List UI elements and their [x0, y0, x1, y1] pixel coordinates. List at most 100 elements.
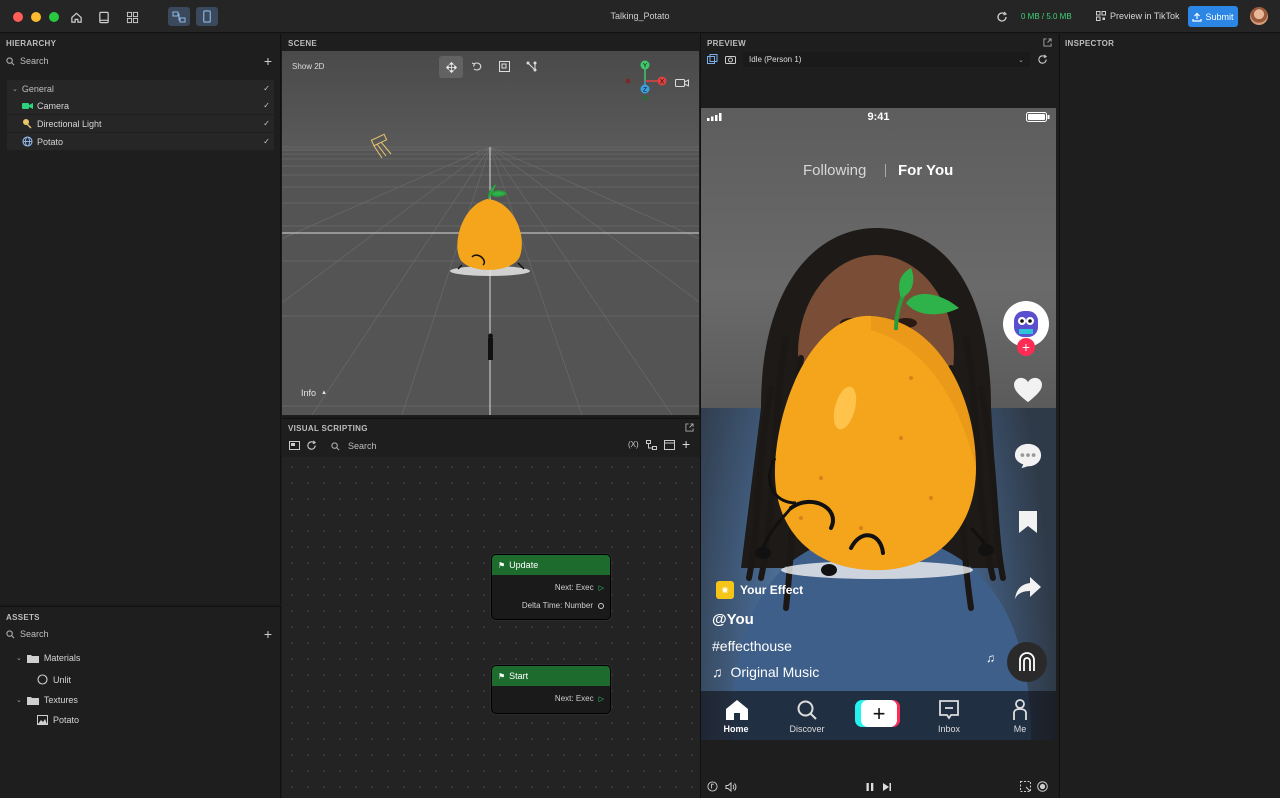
- discover-search-icon[interactable]: [797, 700, 817, 722]
- asset-label: Potato: [53, 715, 80, 725]
- asset-potato-texture[interactable]: Potato: [37, 715, 79, 725]
- device-preview-toggle[interactable]: [196, 7, 218, 26]
- record-icon[interactable]: [1037, 781, 1048, 794]
- simulation-dropdown[interactable]: Idle (Person 1) ⌄: [743, 52, 1030, 67]
- hashtag[interactable]: #effecthouse: [712, 638, 792, 654]
- maximize-window-button[interactable]: [49, 12, 59, 22]
- home-icon[interactable]: [67, 8, 85, 26]
- visibility-check-icon[interactable]: ✓: [263, 137, 270, 146]
- chevron-down-icon[interactable]: ⌄: [16, 654, 22, 662]
- visibility-check-icon[interactable]: ✓: [263, 119, 270, 128]
- port-delta-time[interactable]: Delta Time: Number: [522, 601, 604, 610]
- folder-textures[interactable]: ⌄ Textures: [16, 695, 78, 705]
- scene-info-toggle[interactable]: Info ▲: [301, 388, 327, 398]
- like-heart-icon[interactable]: [1014, 376, 1042, 404]
- restart-icon[interactable]: [1037, 54, 1048, 67]
- music-track[interactable]: ♫ Original Music: [712, 664, 819, 680]
- node-header[interactable]: ⚑ Update: [492, 555, 610, 575]
- scene-camera-icon[interactable]: [675, 78, 689, 90]
- visual-scripting-search[interactable]: Search: [331, 439, 377, 453]
- hierarchy-search[interactable]: Search: [6, 54, 49, 68]
- popout-icon[interactable]: [685, 423, 694, 434]
- hierarchy-item-potato[interactable]: Potato ✓: [7, 133, 274, 150]
- tab-for-you[interactable]: For You: [898, 162, 953, 179]
- minimap-icon[interactable]: [289, 441, 300, 452]
- popout-icon[interactable]: [1043, 38, 1052, 49]
- tutorial-book-icon[interactable]: [95, 8, 113, 26]
- me-person-icon[interactable]: [1012, 699, 1028, 723]
- share-arrow-icon[interactable]: [1014, 574, 1042, 602]
- exec-arrow-icon[interactable]: ▷: [599, 584, 604, 592]
- tab-following[interactable]: Following: [803, 162, 866, 179]
- variables-button[interactable]: (X): [628, 440, 639, 449]
- submit-button[interactable]: Submit: [1188, 6, 1238, 27]
- inspector-panel: INSPECTOR: [1059, 34, 1280, 798]
- rect-tool-icon[interactable]: [526, 61, 537, 74]
- minimize-window-button[interactable]: [31, 12, 41, 22]
- tab-discover[interactable]: Discover: [782, 724, 832, 734]
- tiktok-music-icon[interactable]: [707, 781, 718, 794]
- phone-preview[interactable]: 9:41 Following For You + ♫ ✷ Your Effect…: [701, 108, 1056, 740]
- rotate-tool-icon[interactable]: [471, 61, 483, 74]
- panel-toggle-icon[interactable]: [664, 440, 675, 452]
- show-2d-toggle[interactable]: Show 2D: [292, 62, 324, 71]
- bookmark-icon[interactable]: [1014, 508, 1042, 536]
- visibility-check-icon[interactable]: ✓: [263, 101, 270, 110]
- crop-select-icon[interactable]: [1020, 781, 1031, 794]
- visual-scripting-search-input[interactable]: Search: [348, 441, 377, 451]
- node-start[interactable]: ⚑ Start Next: Exec ▷: [491, 665, 611, 714]
- follow-plus-button[interactable]: +: [1017, 338, 1035, 356]
- refresh-icon[interactable]: [993, 8, 1011, 26]
- scene-viewport[interactable]: Show 2D Y X Z Info ▲: [282, 51, 699, 415]
- tab-me[interactable]: Me: [995, 724, 1045, 734]
- chevron-down-icon[interactable]: ⌄: [16, 696, 22, 704]
- number-port-circle-icon[interactable]: [598, 602, 604, 609]
- hierarchy-group-general[interactable]: ⌄ General ✓: [7, 80, 274, 97]
- comment-bubble-icon[interactable]: [1014, 442, 1042, 470]
- port-next-exec[interactable]: Next: Exec ▷: [555, 694, 604, 703]
- exec-arrow-icon[interactable]: ▷: [599, 695, 604, 703]
- tab-home[interactable]: Home: [711, 724, 761, 734]
- effect-tag[interactable]: ✷ Your Effect: [716, 581, 803, 599]
- visual-scripting-panel[interactable]: VISUAL SCRIPTING Search (X) + ⚑ Update N…: [282, 418, 700, 798]
- add-asset-button[interactable]: +: [264, 627, 272, 641]
- search-icon: [331, 441, 340, 450]
- close-window-button[interactable]: [13, 12, 23, 22]
- hierarchy-item-camera[interactable]: Camera ✓: [7, 97, 274, 114]
- pause-icon[interactable]: [865, 782, 875, 794]
- scale-tool-icon[interactable]: [499, 61, 510, 74]
- hierarchy-item-directional-light[interactable]: Directional Light ✓: [7, 115, 274, 132]
- add-node-button[interactable]: +: [682, 436, 690, 452]
- chevron-down-icon[interactable]: ⌄: [12, 85, 18, 93]
- node-update[interactable]: ⚑ Update Next: Exec ▷ Delta Time: Number: [491, 554, 611, 620]
- port-next-exec[interactable]: Next: Exec ▷: [555, 583, 604, 592]
- tab-inbox[interactable]: Inbox: [924, 724, 974, 734]
- step-forward-icon[interactable]: [882, 782, 892, 794]
- assets-search[interactable]: Search: [6, 627, 49, 641]
- folder-materials[interactable]: ⌄ Materials: [16, 653, 80, 663]
- asset-unlit-material[interactable]: Unlit: [37, 674, 71, 685]
- node-header[interactable]: ⚑ Start: [492, 666, 610, 686]
- move-arrows-icon: [445, 61, 457, 73]
- user-avatar[interactable]: [1250, 7, 1268, 25]
- panels-grid-icon[interactable]: [123, 8, 141, 26]
- volume-icon[interactable]: [725, 781, 737, 794]
- effect-disc-button[interactable]: [1007, 642, 1047, 682]
- hierarchy-search-input[interactable]: Search: [20, 56, 49, 66]
- home-icon[interactable]: [725, 699, 749, 723]
- create-button[interactable]: +: [855, 700, 900, 727]
- assets-search-input[interactable]: Search: [20, 629, 49, 639]
- axis-gizmo[interactable]: Y X Z: [622, 59, 682, 107]
- node-tree-icon[interactable]: [646, 440, 657, 452]
- move-tool-button[interactable]: [439, 56, 463, 78]
- preview-in-tiktok-button[interactable]: Preview in TikTok: [1096, 11, 1180, 21]
- camera-icon[interactable]: [725, 55, 736, 66]
- visibility-check-icon[interactable]: ✓: [263, 84, 270, 93]
- refresh-icon[interactable]: [306, 440, 317, 453]
- simulation-value: Idle (Person 1): [749, 55, 802, 64]
- add-object-button[interactable]: +: [264, 54, 272, 68]
- username[interactable]: @You: [712, 611, 754, 628]
- scene-graph-toggle[interactable]: [168, 7, 190, 26]
- layers-icon[interactable]: [707, 54, 718, 67]
- inbox-icon[interactable]: [939, 700, 959, 722]
